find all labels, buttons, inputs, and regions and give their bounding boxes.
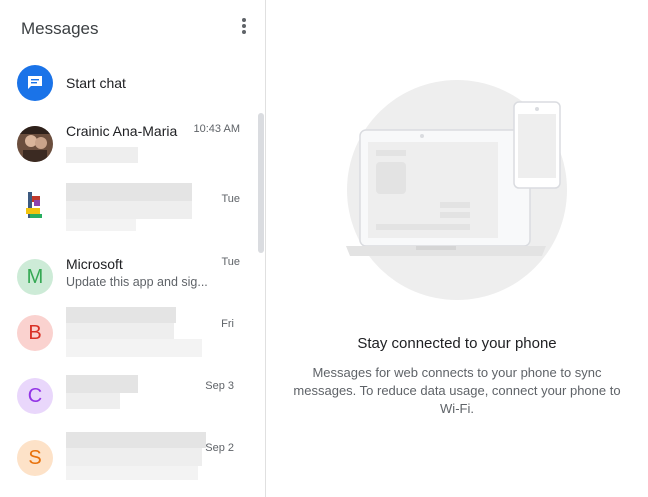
conversation-item[interactable]: Crainic Ana-Maria 10:43 AM: [0, 115, 258, 175]
avatar: B: [17, 315, 53, 351]
start-chat-label: Start chat: [66, 75, 126, 91]
contact-name: Crainic Ana-Maria: [66, 123, 178, 139]
conversation-item[interactable]: B Fri: [0, 303, 258, 363]
message-time: Tue: [221, 256, 240, 268]
sidebar-scrollbar[interactable]: [258, 113, 264, 253]
redacted-snippet: [66, 339, 202, 357]
laptop-and-phone-illustration: [346, 80, 567, 300]
chat-bubble-icon: [17, 65, 53, 101]
avatar: [17, 126, 53, 162]
message-time: Sep 3: [205, 380, 234, 392]
redacted-name: [66, 183, 192, 201]
more-vert-icon[interactable]: [238, 18, 250, 36]
redacted-snippet: [66, 466, 198, 480]
conversation-item[interactable]: Tue: [0, 175, 258, 247]
redacted-name: [66, 375, 138, 393]
avatar: S: [17, 440, 53, 476]
avatar: [20, 186, 50, 222]
avatar: M: [17, 259, 53, 295]
message-snippet: Update this app and sig...: [66, 275, 208, 289]
conversation-item[interactable]: M Microsoft Update this app and sig... T…: [0, 248, 258, 308]
main-panel: Stay connected to your phone Messages fo…: [266, 0, 648, 497]
main-description: Messages for web connects to your phone …: [293, 365, 621, 416]
message-time: Fri: [221, 318, 234, 330]
redacted-snippet: [66, 201, 192, 219]
redacted-snippet: [66, 323, 174, 339]
redacted-name: [66, 307, 176, 323]
message-time: 10:43 AM: [193, 123, 240, 135]
sidebar-header: Messages: [0, 0, 265, 60]
start-chat-button[interactable]: Start chat: [0, 62, 262, 106]
redacted-snippet: [66, 147, 138, 163]
redacted-snippet: [66, 448, 202, 466]
message-time: Tue: [221, 193, 240, 205]
contact-name: Microsoft: [66, 256, 123, 272]
main-title: Stay connected to your phone: [357, 335, 557, 352]
conversation-item[interactable]: S Sep 2: [0, 428, 258, 497]
conversation-item[interactable]: C Sep 3: [0, 367, 258, 427]
app-title: Messages: [21, 19, 99, 38]
redacted-name: [66, 432, 206, 448]
redacted-snippet: [66, 393, 120, 409]
conversation-sidebar: Messages Start chat Crainic Ana-Maria 10…: [0, 0, 266, 497]
redacted-snippet: [66, 219, 136, 231]
message-time: Sep 2: [205, 442, 234, 454]
avatar: C: [17, 378, 53, 414]
